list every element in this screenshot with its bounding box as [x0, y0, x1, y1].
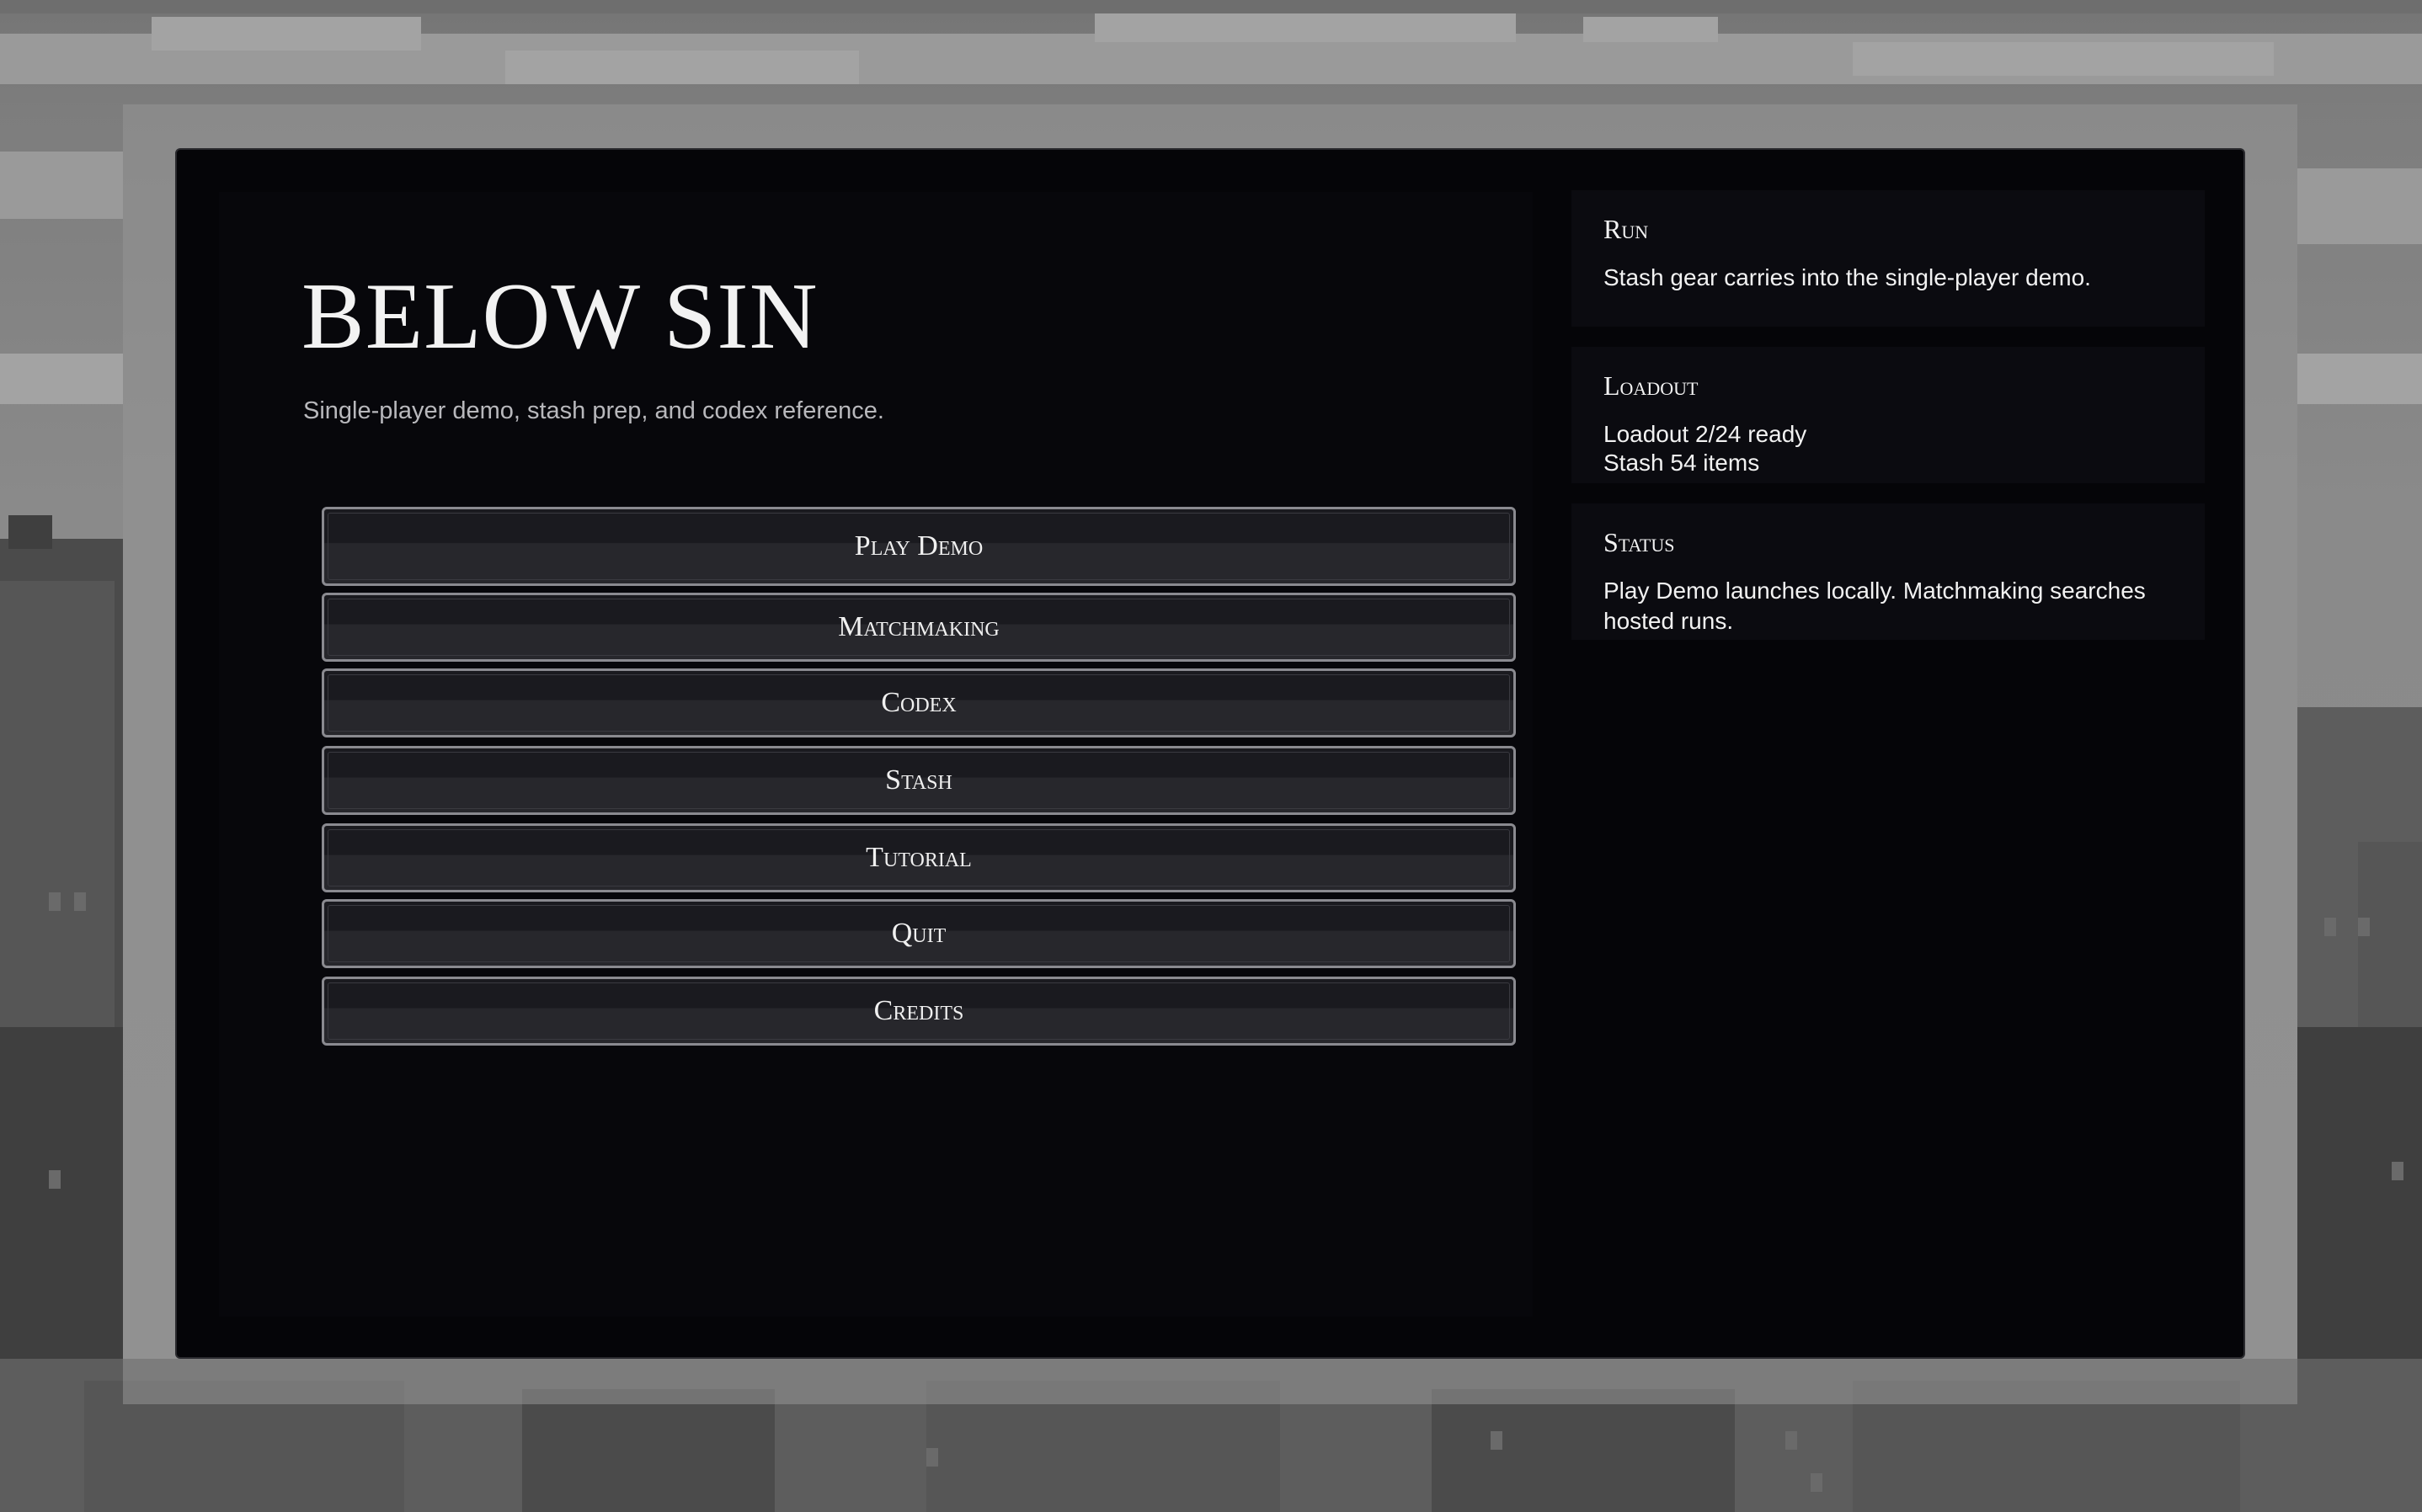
window	[1785, 1431, 1797, 1450]
window	[49, 1170, 61, 1189]
window	[926, 1448, 938, 1467]
tutorial-label: Tutorial	[866, 842, 972, 873]
cloud	[0, 354, 123, 404]
building	[522, 1389, 775, 1512]
cloud	[2297, 354, 2422, 404]
matchmaking-button[interactable]: Matchmaking	[322, 593, 1516, 662]
window	[2324, 918, 2336, 936]
loadout-heading: Loadout	[1603, 370, 1699, 401]
window	[1811, 1473, 1822, 1492]
stash-label: Stash	[885, 764, 952, 796]
run-card: Run Stash gear carries into the single-p…	[1571, 190, 2205, 327]
play-demo-button[interactable]: Play Demo	[322, 507, 1516, 586]
loadout-card: Loadout Loadout 2/24 ready Stash 54 item…	[1571, 347, 2205, 483]
status-text: Play Demo launches locally. Matchmaking …	[1603, 578, 2146, 634]
codex-label: Codex	[881, 687, 957, 718]
quit-label: Quit	[891, 918, 947, 949]
window	[2358, 918, 2370, 936]
window	[49, 892, 61, 911]
cloud	[505, 51, 859, 84]
main-menu-panel: BELOW SIN Single-player demo, stash prep…	[175, 148, 2245, 1359]
credits-button[interactable]: Credits	[322, 977, 1516, 1046]
codex-button[interactable]: Codex	[322, 668, 1516, 737]
building	[8, 515, 52, 549]
cloud	[1853, 42, 2274, 76]
status-heading: Status	[1603, 527, 1675, 557]
stash-button[interactable]: Stash	[322, 746, 1516, 815]
matchmaking-label: Matchmaking	[838, 611, 1000, 642]
quit-button[interactable]: Quit	[322, 899, 1516, 968]
play-demo-label: Play Demo	[854, 530, 984, 562]
building	[1432, 1389, 1735, 1512]
window	[2392, 1162, 2403, 1180]
cloud	[0, 152, 123, 219]
credits-label: Credits	[873, 995, 964, 1026]
game-title: BELOW SIN	[301, 264, 819, 369]
cloud	[152, 17, 421, 51]
game-subtitle: Single-player demo, stash prep, and code…	[303, 397, 884, 424]
tutorial-button[interactable]: Tutorial	[322, 823, 1516, 892]
window	[74, 892, 86, 911]
cloud	[2297, 168, 2422, 244]
window	[1491, 1431, 1502, 1450]
cloud	[1095, 8, 1516, 42]
status-card: Status Play Demo launches locally. Match…	[1571, 503, 2205, 640]
loadout-ready: Loadout 2/24 ready	[1603, 421, 1807, 447]
cloud	[1583, 17, 1718, 42]
run-text: Stash gear carries into the single-playe…	[1603, 264, 2091, 290]
stash-count: Stash 54 items	[1603, 450, 1760, 476]
run-heading: Run	[1603, 214, 1649, 244]
menu-column: BELOW SIN Single-player demo, stash prep…	[219, 192, 1533, 1317]
cloud-band-dark	[0, 0, 2422, 13]
